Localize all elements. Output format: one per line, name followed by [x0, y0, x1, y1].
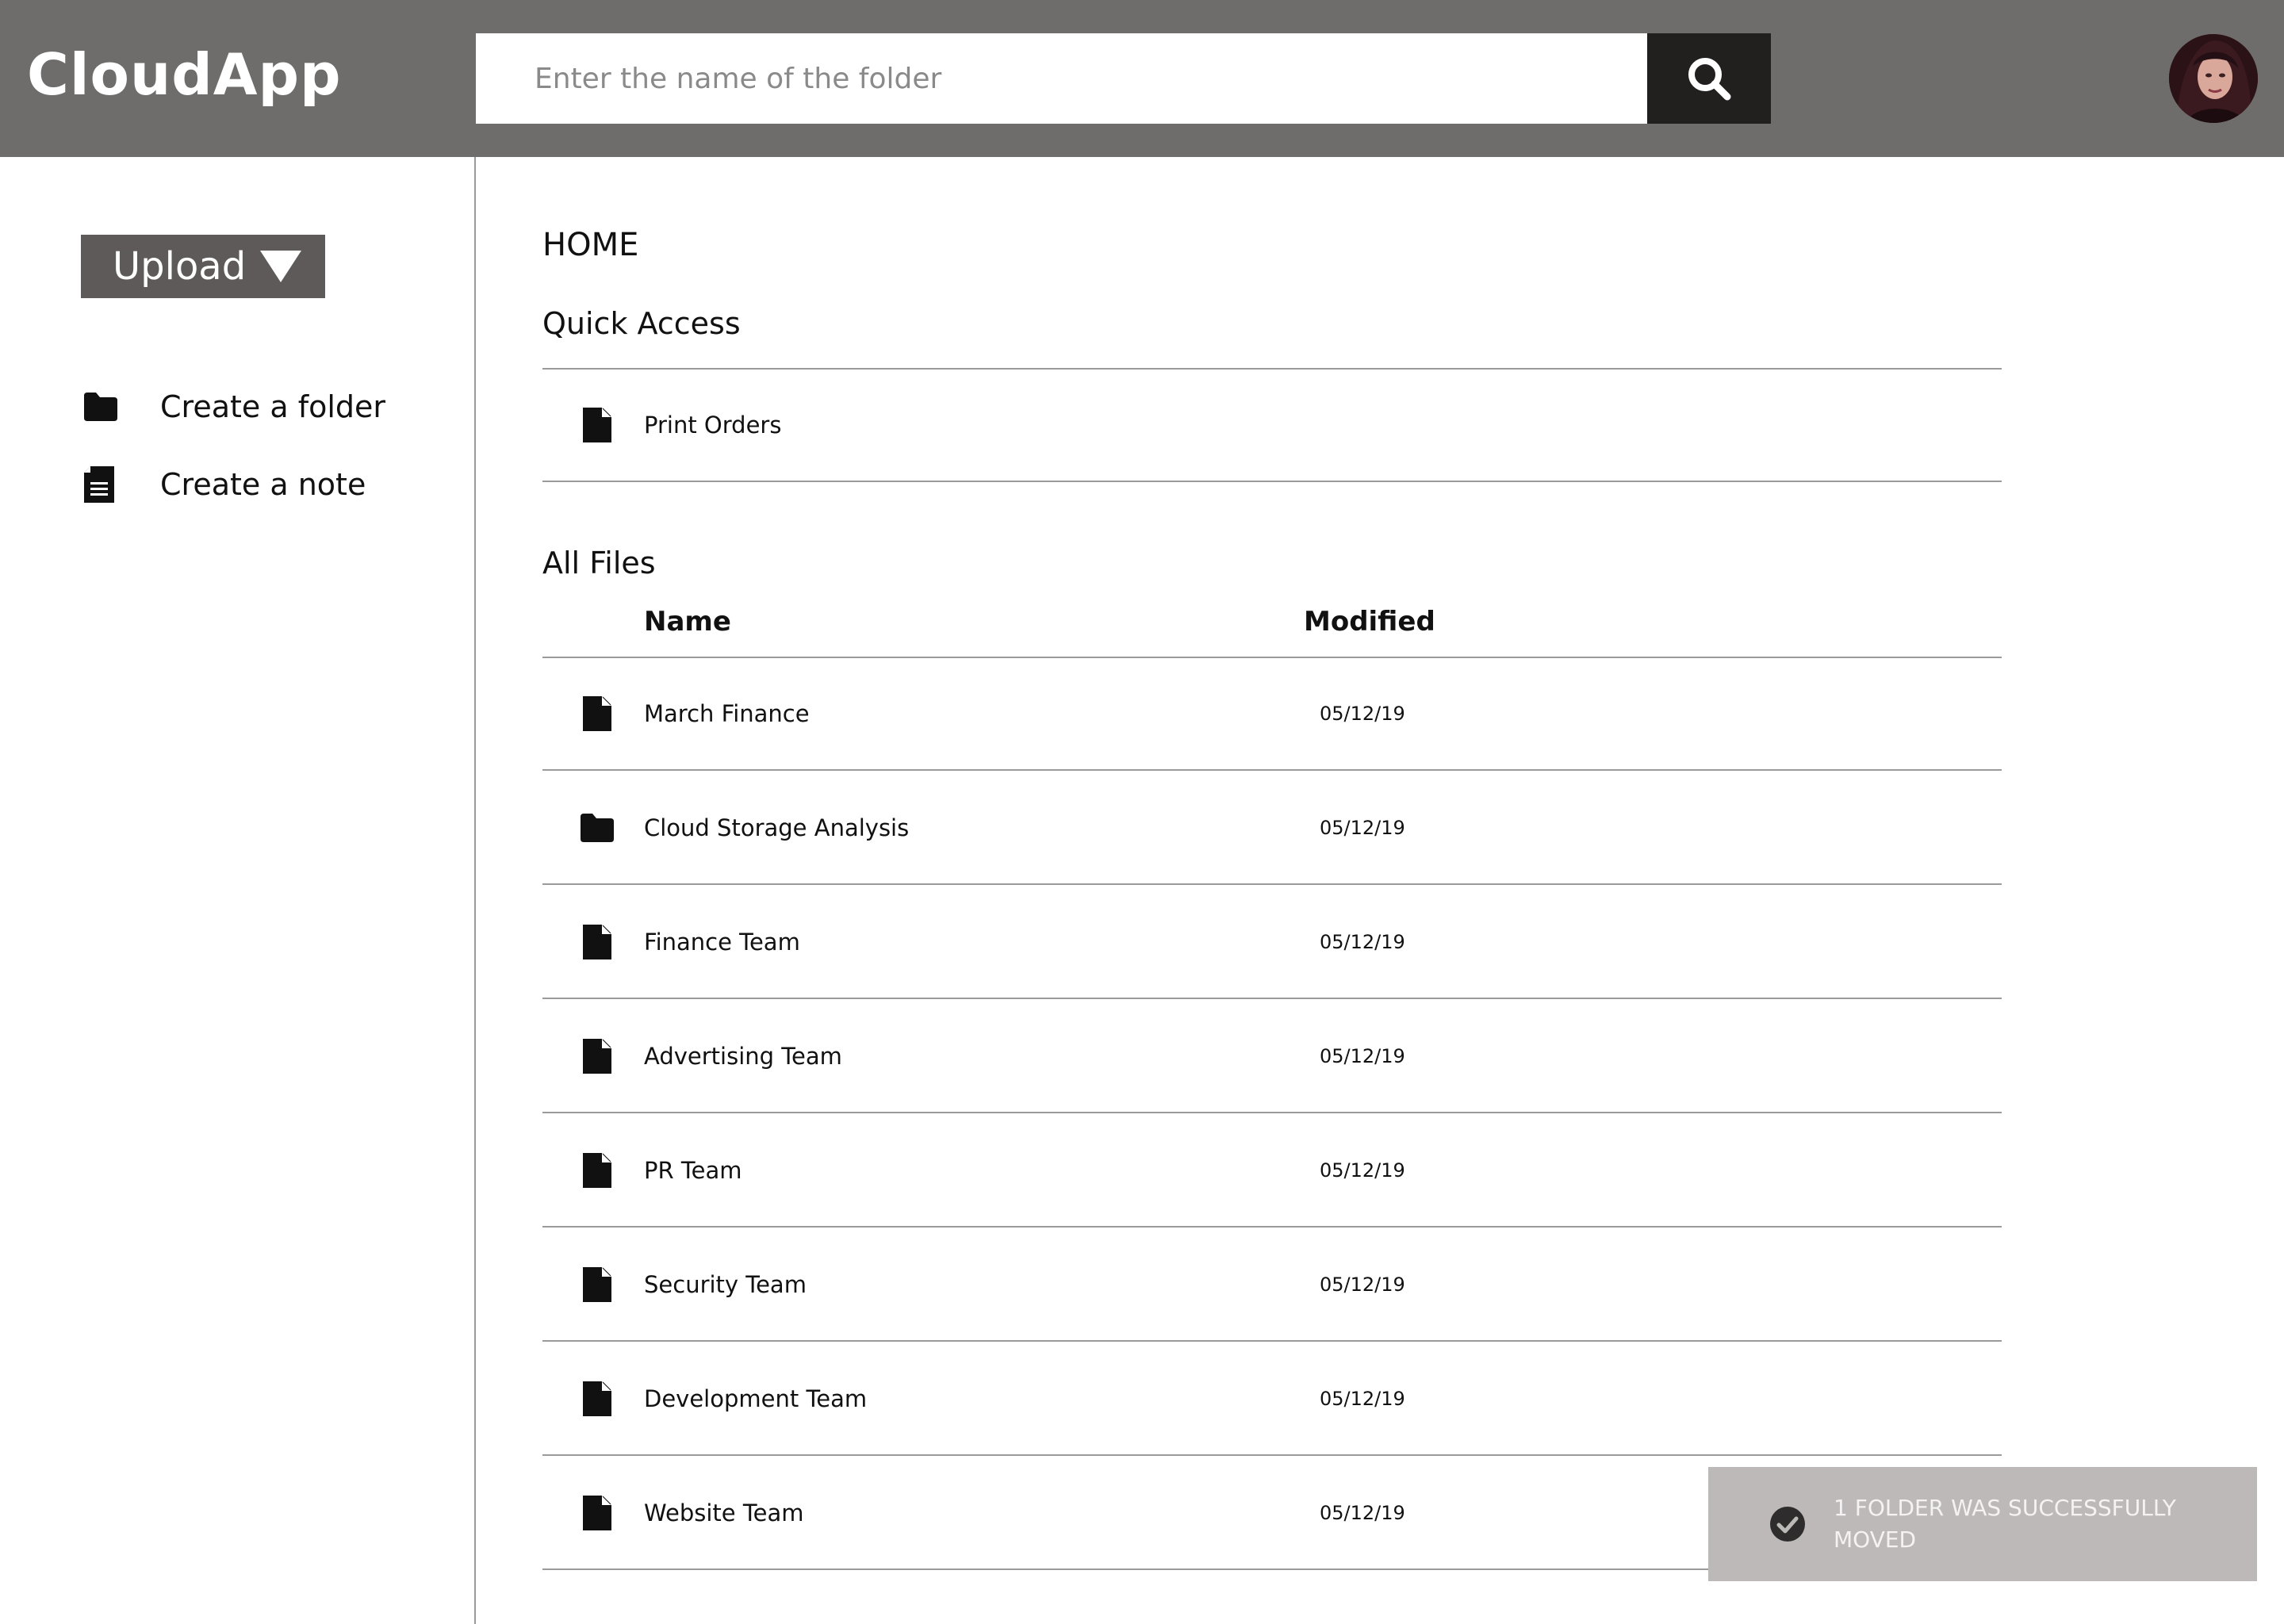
column-header-modified[interactable]: Modified [1304, 606, 1435, 638]
file-icon [579, 1378, 615, 1419]
quick-access-title: Quick Access [542, 306, 741, 341]
success-toast[interactable]: 1 FOLDER WAS SUCCESSFULLY MOVED [1708, 1467, 2257, 1581]
folder-search-input[interactable] [476, 33, 1647, 124]
column-header-name[interactable]: Name [644, 606, 731, 638]
file-row[interactable]: Security Team 05/12/19 [542, 1229, 2002, 1342]
file-icon [579, 921, 615, 963]
file-row-name: Advertising Team [644, 1043, 842, 1070]
file-row[interactable]: March Finance 05/12/19 [542, 658, 2002, 771]
file-row-modified: 05/12/19 [1320, 1045, 1405, 1067]
file-row-name: March Finance [644, 700, 810, 727]
upload-button[interactable]: Upload [81, 235, 325, 298]
file-icon [579, 1264, 615, 1305]
create-folder-action[interactable]: Create a folder [82, 383, 385, 431]
file-icon [579, 693, 615, 734]
main-content: HOME Quick Access Print Orders All Files… [477, 157, 2284, 1624]
folder-icon [82, 387, 119, 427]
file-row[interactable]: Finance Team 05/12/19 [542, 887, 2002, 999]
file-row[interactable]: Development Team 05/12/19 [542, 1343, 2002, 1456]
user-avatar[interactable] [2169, 34, 2258, 123]
note-icon [82, 465, 119, 504]
file-row-name: Finance Team [644, 929, 800, 956]
file-icon [579, 404, 615, 446]
file-icon [579, 1150, 615, 1191]
create-folder-label: Create a folder [160, 389, 386, 424]
file-row-modified: 05/12/19 [1320, 1388, 1405, 1410]
file-row-modified: 05/12/19 [1320, 817, 1405, 839]
create-note-action[interactable]: Create a note [82, 461, 366, 508]
file-row[interactable]: Cloud Storage Analysis 05/12/19 [542, 772, 2002, 885]
file-row[interactable]: PR Team 05/12/19 [542, 1115, 2002, 1228]
file-row-name: Security Team [644, 1271, 807, 1298]
caret-down-icon [260, 251, 302, 282]
file-row-name: Website Team [644, 1500, 804, 1526]
quick-access-item-name: Print Orders [644, 412, 782, 439]
file-row-modified: 05/12/19 [1320, 1274, 1405, 1296]
top-bar: CloudApp [0, 0, 2284, 157]
toast-message: 1 FOLDER WAS SUCCESSFULLY MOVED [1834, 1495, 2176, 1553]
check-circle-icon [1770, 1507, 1805, 1542]
file-row-name: PR Team [644, 1157, 742, 1184]
file-row[interactable]: Advertising Team 05/12/19 [542, 1001, 2002, 1113]
quick-access-item[interactable]: Print Orders [542, 370, 2002, 482]
file-row-name: Cloud Storage Analysis [644, 814, 910, 841]
breadcrumb[interactable]: HOME [542, 227, 638, 263]
sidebar: Upload Create a folder Create a note [0, 157, 476, 1624]
file-row-modified: 05/12/19 [1320, 1159, 1405, 1182]
file-icon [579, 1492, 615, 1534]
upload-label: Upload [113, 244, 247, 289]
file-icon [579, 1036, 615, 1077]
avatar-photo [2169, 34, 2258, 123]
file-row-modified: 05/12/19 [1320, 703, 1405, 725]
file-row-modified: 05/12/19 [1320, 931, 1405, 953]
search-icon [1688, 58, 1731, 101]
file-row-modified: 05/12/19 [1320, 1502, 1405, 1524]
file-row-name: Development Team [644, 1385, 868, 1412]
folder-icon [579, 807, 615, 848]
search-button[interactable] [1647, 33, 1771, 124]
app-logo[interactable]: CloudApp [27, 41, 342, 108]
all-files-title: All Files [542, 546, 656, 580]
create-note-label: Create a note [160, 467, 366, 502]
